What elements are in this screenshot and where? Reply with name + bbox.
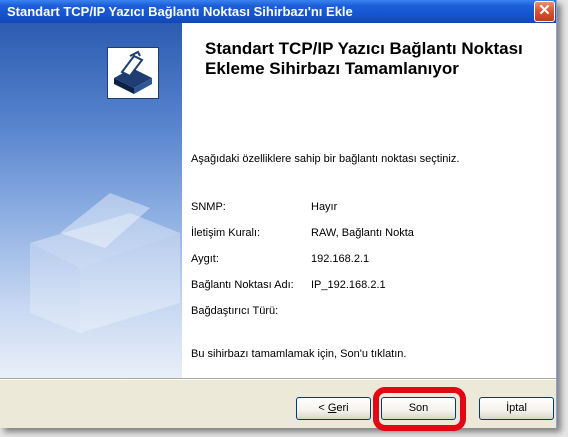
property-value-protocol: RAW, Bağlantı Nokta	[311, 227, 414, 239]
highlight-circle	[373, 387, 466, 431]
properties-list: SNMP: Hayır İletişim Kuralı: RAW, Bağlan…	[191, 201, 551, 331]
property-row: SNMP: Hayır	[191, 201, 551, 227]
window-title: Standart TCP/IP Yazıcı Bağlantı Noktası …	[7, 4, 353, 19]
property-label-port-name: Bağlantı Noktası Adı:	[191, 279, 294, 291]
printer-icon	[30, 193, 180, 333]
cancel-button[interactable]: İptal	[479, 397, 554, 420]
wizard-sidebar	[0, 23, 182, 378]
property-row: İletişim Kuralı: RAW, Bağlantı Nokta	[191, 227, 551, 253]
property-row: Bağdaştırıcı Türü:	[191, 305, 551, 331]
property-value-snmp: Hayır	[311, 201, 338, 213]
divider	[0, 378, 556, 380]
wizard-icon	[107, 47, 159, 99]
property-row: Bağlantı Noktası Adı: IP_192.168.2.1	[191, 279, 551, 305]
property-label-protocol: İletişim Kuralı:	[191, 227, 261, 239]
property-label-device: Aygıt:	[191, 253, 219, 265]
back-button-prefix: <	[318, 402, 328, 414]
property-label-snmp: SNMP:	[191, 201, 226, 213]
title-bar: Standart TCP/IP Yazıcı Bağlantı Noktası …	[0, 0, 556, 23]
close-icon[interactable]: ✕	[534, 1, 555, 22]
property-row: Aygıt: 192.168.2.1	[191, 253, 551, 279]
back-button[interactable]: < Geri	[296, 397, 371, 420]
page-title: Standart TCP/IP Yazıcı Bağlantı Noktası …	[205, 39, 523, 78]
wizard-window: Standart TCP/IP Yazıcı Bağlantı Noktası …	[0, 0, 557, 428]
wizard-content: Standart TCP/IP Yazıcı Bağlantı Noktası …	[182, 23, 556, 378]
back-button-label: eri	[336, 402, 349, 414]
intro-text: Aşağıdaki özelliklere sahip bir bağlantı…	[191, 153, 460, 165]
property-value-device: 192.168.2.1	[311, 253, 370, 265]
property-value-port-name: IP_192.168.2.1	[311, 279, 386, 291]
property-label-adapter-type: Bağdaştırıcı Türü:	[191, 305, 279, 317]
finish-instruction: Bu sihirbazı tamamlamak için, Son'u tıkl…	[191, 348, 407, 360]
